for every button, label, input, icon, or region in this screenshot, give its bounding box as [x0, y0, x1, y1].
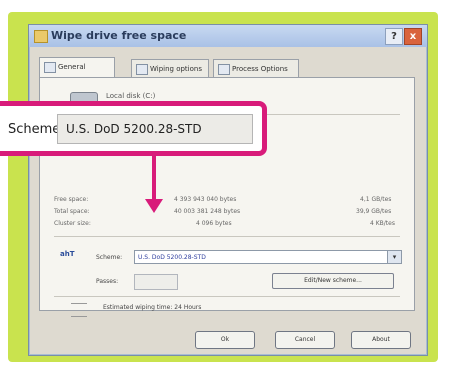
- total-space-size: 39,9 GB/tes: [356, 208, 392, 215]
- divider: [54, 236, 400, 237]
- tab-process-label: Process Options: [232, 65, 288, 73]
- divider: [54, 296, 400, 297]
- edit-new-scheme-button[interactable]: Edit/New scheme...: [272, 273, 394, 289]
- callout-scheme-value: U.S. DoD 5200.28-STD: [66, 122, 202, 136]
- dialog-window: Wipe drive free space ? x General Wiping…: [28, 24, 428, 356]
- general-icon: [44, 62, 56, 73]
- scheme-icon: ahT: [60, 250, 75, 258]
- pointer-arrow-line: [152, 155, 156, 205]
- title-bar: Wipe drive free space ? x: [29, 25, 427, 47]
- tab-wiping-options[interactable]: Wiping options: [131, 59, 209, 78]
- scheme-dropdown[interactable]: U.S. DoD 5200.28-STD ▾: [134, 250, 402, 264]
- tab-general-label: General: [58, 63, 86, 71]
- wiping-options-icon: [136, 64, 148, 75]
- about-button[interactable]: About: [351, 331, 411, 349]
- scheme-label: Scheme:: [96, 254, 123, 261]
- free-space-label: Free space:: [54, 196, 89, 203]
- cluster-size-size: 4 KB/tes: [370, 220, 395, 227]
- cancel-button[interactable]: Cancel: [275, 331, 335, 349]
- free-space-bytes: 4 393 943 040 bytes: [174, 196, 237, 203]
- close-button[interactable]: x: [404, 28, 422, 45]
- drive-label: Local disk (C:): [106, 92, 156, 100]
- scheme-value: U.S. DoD 5200.28-STD: [138, 254, 206, 261]
- tab-general[interactable]: General: [39, 57, 115, 78]
- callout-scheme-field: U.S. DoD 5200.28-STD: [57, 114, 253, 144]
- tab-process-options[interactable]: Process Options: [213, 59, 299, 78]
- app-icon: [34, 30, 48, 43]
- window-title: Wipe drive free space: [51, 29, 187, 42]
- process-options-icon: [218, 64, 230, 75]
- zoom-callout: Scheme: U.S. DoD 5200.28-STD: [0, 101, 267, 156]
- arrow-down-icon: [145, 199, 163, 213]
- passes-label: Passes:: [96, 278, 119, 285]
- passes-field[interactable]: [134, 274, 178, 290]
- cluster-size-bytes: 4 096 bytes: [196, 220, 232, 227]
- cluster-size-label: Cluster size:: [54, 220, 91, 227]
- free-space-size: 4,1 GB/tes: [360, 196, 392, 203]
- help-button[interactable]: ?: [385, 28, 403, 45]
- chevron-down-icon[interactable]: ▾: [387, 251, 401, 263]
- ok-button[interactable]: Ok: [195, 331, 255, 349]
- estimated-time-icon: [71, 303, 87, 317]
- tab-wiping-label: Wiping options: [150, 65, 202, 73]
- total-space-bytes: 40 003 381 248 bytes: [174, 208, 241, 215]
- estimated-time-text: Estimated wiping time: 24 Hours: [103, 304, 202, 311]
- total-space-label: Total space:: [54, 208, 90, 215]
